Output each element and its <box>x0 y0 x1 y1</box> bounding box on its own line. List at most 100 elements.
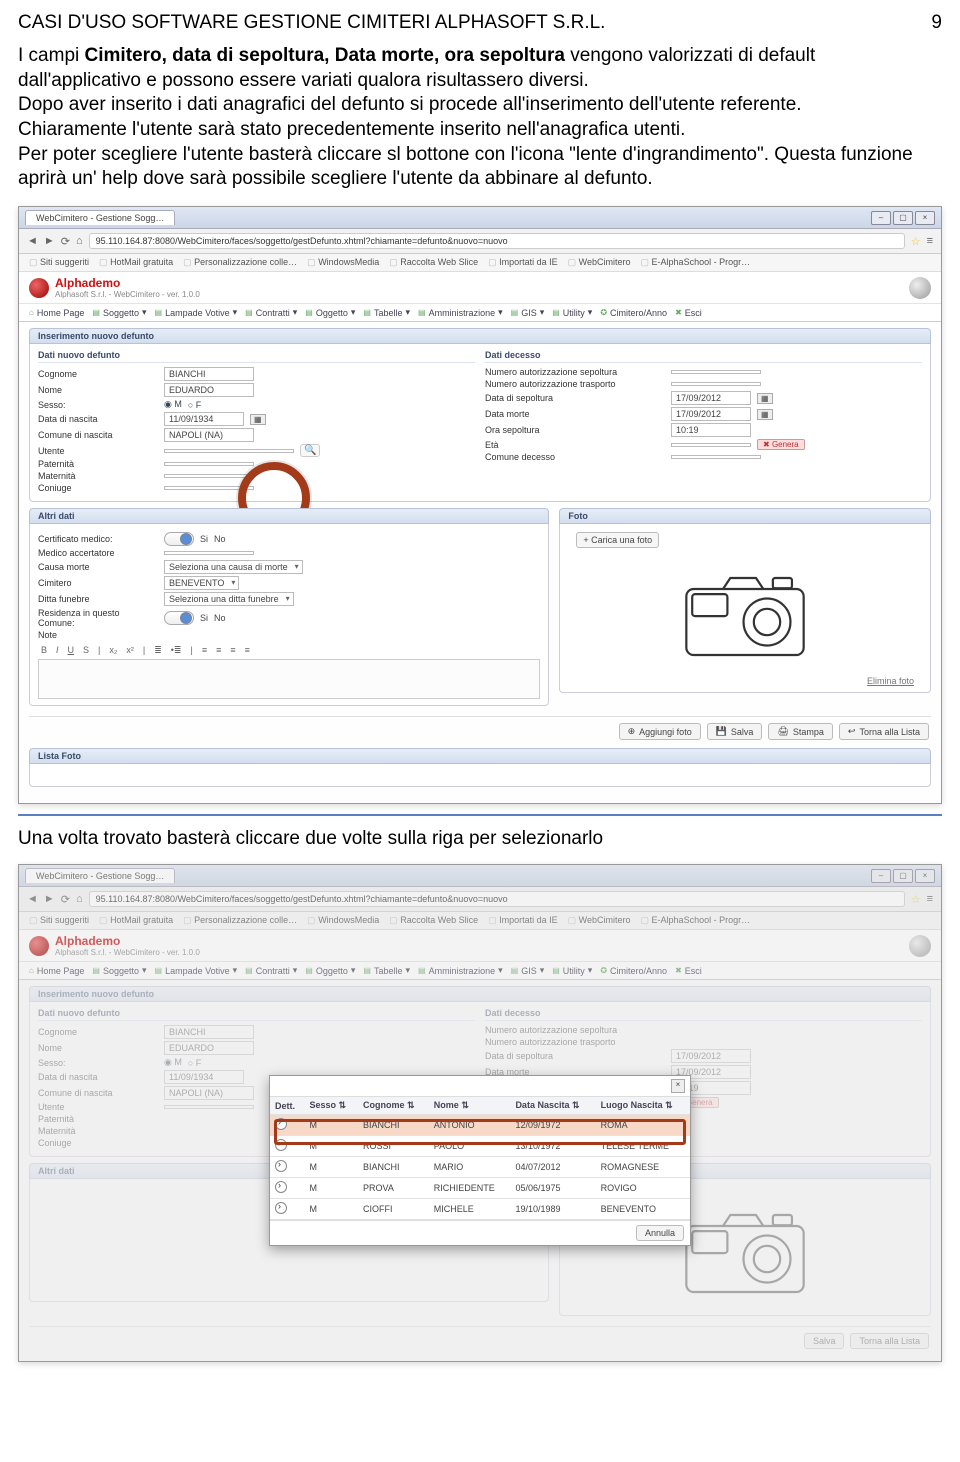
toggle-residenza[interactable] <box>164 611 194 625</box>
row-detail-icon[interactable] <box>275 1181 287 1193</box>
maximize-icon[interactable]: ▢ <box>893 211 913 225</box>
menu-soggetto[interactable]: ▤Soggetto ▾ <box>92 307 146 318</box>
menu-admin[interactable]: ▤Amministrazione ▾ <box>418 307 503 318</box>
reload-icon[interactable]: ⟳ <box>61 235 70 248</box>
row-detail-icon[interactable] <box>275 1139 287 1151</box>
menu-oggetto[interactable]: ▤Oggetto ▾ <box>305 307 355 318</box>
col-luogo[interactable]: Luogo Nascita <box>601 1100 663 1110</box>
bookmark-item[interactable]: E-AlphaSchool - Progr… <box>641 915 751 926</box>
nav-forward-icon[interactable]: ► <box>44 893 55 905</box>
inp[interactable]: 11/09/1934 <box>164 1070 244 1084</box>
menu-tabelle[interactable]: ▤Tabelle ▾ <box>363 965 410 976</box>
menu-admin[interactable]: ▤Amministrazione ▾ <box>418 965 503 976</box>
menu-lampade[interactable]: ▤Lampade Votive ▾ <box>155 965 238 976</box>
bookmark-item[interactable]: WindowsMedia <box>307 915 379 926</box>
table-row[interactable]: MPROVARICHIEDENTE05/06/1975ROVIGO <box>270 1178 690 1199</box>
menu-soggetto[interactable]: ▤Soggetto ▾ <box>92 965 146 976</box>
menu-gis[interactable]: ▤GIS ▾ <box>511 965 545 976</box>
editor-note[interactable] <box>38 659 540 699</box>
close-icon[interactable]: × <box>915 869 935 883</box>
url-input[interactable]: 95.110.164.87:8080/WebCimitero/faces/sog… <box>89 233 905 249</box>
bookmark-item[interactable]: Raccolta Web Slice <box>389 915 478 926</box>
home-icon[interactable]: ⌂ <box>76 893 83 905</box>
input-comune-dec[interactable] <box>671 455 761 459</box>
bookmark-star-icon[interactable]: ☆ <box>911 893 921 906</box>
select-ditta[interactable]: Seleziona una ditta funebre <box>164 592 294 606</box>
nav-forward-icon[interactable]: ► <box>44 235 55 247</box>
bookmark-item[interactable]: Personalizzazione colle… <box>183 915 297 926</box>
underline-icon[interactable]: U <box>65 644 78 657</box>
input-nascita[interactable]: 11/09/1934 <box>164 412 244 426</box>
stampa-button[interactable]: 🖨Stampa <box>768 723 832 740</box>
nav-back-icon[interactable]: ◄ <box>27 893 38 905</box>
menu-utility[interactable]: ▤Utility ▾ <box>552 307 592 318</box>
close-icon[interactable]: × <box>915 211 935 225</box>
home-icon[interactable]: ⌂ <box>76 235 83 247</box>
annulla-button[interactable]: Annulla <box>636 1225 684 1241</box>
align-just-icon[interactable]: ≡ <box>242 644 253 657</box>
menu-icon[interactable]: ≡ <box>927 893 933 905</box>
bookmark-item[interactable]: Personalizzazione colle… <box>183 257 297 268</box>
salva-button[interactable]: Salva <box>804 1333 845 1349</box>
col-data[interactable]: Data Nascita <box>515 1100 569 1110</box>
table-row[interactable]: MCIOFFIMICHELE19/10/1989BENEVENTO <box>270 1199 690 1220</box>
table-row[interactable]: MBIANCHIMARIO04/07/2012ROMAGNESE <box>270 1157 690 1178</box>
radio-m[interactable]: ◉ M <box>164 1057 182 1068</box>
sup-icon[interactable]: x² <box>123 644 137 657</box>
menu-home[interactable]: ⌂Home Page <box>29 965 84 976</box>
inp[interactable]: EDUARDO <box>164 1041 254 1055</box>
minimize-icon[interactable]: – <box>871 211 891 225</box>
url-input[interactable]: 95.110.164.87:8080/WebCimitero/faces/sog… <box>89 891 905 907</box>
select-causa[interactable]: Seleziona una causa di morte <box>164 560 303 574</box>
input-ora-sep[interactable]: 10:19 <box>671 423 751 437</box>
input-comune-nascita[interactable]: NAPOLI (NA) <box>164 428 254 442</box>
input-data-sep[interactable]: 17/09/2012 <box>671 391 751 405</box>
menu-contratti[interactable]: ▤Contratti ▾ <box>245 307 297 318</box>
bookmark-item[interactable]: Siti suggeriti <box>29 257 89 268</box>
align-right-icon[interactable]: ≡ <box>227 644 238 657</box>
aggiungi-foto-button[interactable]: ⊕Aggiungi foto <box>619 723 701 740</box>
menu-tabelle[interactable]: ▤Tabelle ▾ <box>363 307 410 318</box>
maximize-icon[interactable]: ▢ <box>893 869 913 883</box>
bookmark-item[interactable]: WindowsMedia <box>307 257 379 268</box>
row-detail-icon[interactable] <box>275 1160 287 1172</box>
browser-tab[interactable]: WebCimitero - Gestione Sogg… <box>25 868 175 883</box>
calendar-icon[interactable]: ▦ <box>757 393 773 404</box>
sub-icon[interactable]: x₂ <box>106 644 120 657</box>
inp[interactable]: 17/09/2012 <box>671 1049 751 1063</box>
inp[interactable]: NAPOLI (NA) <box>164 1086 254 1100</box>
input-aut-tra[interactable] <box>671 382 761 386</box>
input-cognome[interactable]: BIANCHI <box>164 367 254 381</box>
radio-m[interactable]: ◉ M <box>164 399 182 410</box>
search-icon[interactable]: 🔍 <box>300 444 320 457</box>
col-dett[interactable]: Dett. <box>270 1097 304 1115</box>
input-utente[interactable] <box>164 449 294 453</box>
table-row[interactable]: MROSSIPAOLO13/10/1972TELESE TERME <box>270 1136 690 1157</box>
calendar-icon[interactable]: ▦ <box>250 414 266 425</box>
align-center-icon[interactable]: ≡ <box>213 644 224 657</box>
bookmark-item[interactable]: HotMail gratuita <box>99 257 173 268</box>
menu-esci[interactable]: ✖Esci <box>675 307 702 318</box>
bold-icon[interactable]: B <box>38 644 50 657</box>
menu-gis[interactable]: ▤GIS ▾ <box>511 307 545 318</box>
menu-home[interactable]: ⌂Home Page <box>29 307 84 318</box>
radio-f[interactable]: ○ F <box>188 1058 201 1068</box>
bookmark-item[interactable]: Importati da IE <box>488 257 558 268</box>
nav-back-icon[interactable]: ◄ <box>27 235 38 247</box>
menu-lampade[interactable]: ▤Lampade Votive ▾ <box>155 307 238 318</box>
row-detail-icon[interactable] <box>275 1118 287 1130</box>
col-sesso[interactable]: Sesso <box>309 1100 336 1110</box>
menu-oggetto[interactable]: ▤Oggetto ▾ <box>305 965 355 976</box>
align-left-icon[interactable]: ≡ <box>199 644 210 657</box>
genera-button[interactable]: ✖ Genera <box>757 439 805 450</box>
bookmark-item[interactable]: E-AlphaSchool - Progr… <box>641 257 751 268</box>
minimize-icon[interactable]: – <box>871 869 891 883</box>
input-data-mor[interactable]: 17/09/2012 <box>671 407 751 421</box>
browser-tab[interactable]: WebCimitero - Gestione Sogg… <box>25 210 175 225</box>
input-maternita[interactable] <box>164 474 254 478</box>
bullets-icon[interactable]: •≣ <box>168 644 185 657</box>
menu-esci[interactable]: ✖Esci <box>675 965 702 976</box>
inp[interactable] <box>164 1105 254 1109</box>
bookmark-item[interactable]: Importati da IE <box>488 915 558 926</box>
input-medico[interactable] <box>164 551 254 555</box>
